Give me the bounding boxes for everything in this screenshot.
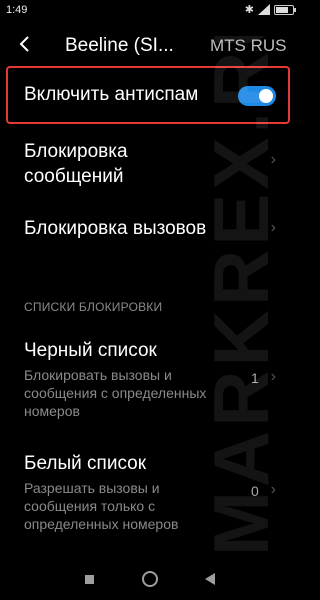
status-time: 1:49 bbox=[6, 4, 28, 16]
antispam-toggle[interactable] bbox=[238, 86, 276, 106]
toggle-knob bbox=[259, 89, 273, 103]
chevron-right-icon: › bbox=[270, 219, 276, 236]
blacklist-count: 1 bbox=[251, 370, 259, 386]
status-icons: ✱ bbox=[244, 3, 296, 16]
chevron-right-icon: › bbox=[270, 368, 276, 385]
whitelist-subtitle: Разрешать вызовы и сообщения только с оп… bbox=[24, 480, 179, 532]
battery-icon bbox=[274, 4, 296, 15]
blacklist-title[interactable]: Черный список bbox=[24, 338, 157, 363]
tab-mts[interactable]: MTS RUS bbox=[210, 36, 287, 56]
back-icon[interactable] bbox=[18, 34, 32, 54]
bluetooth-icon: ✱ bbox=[244, 4, 254, 16]
antispam-label: Включить антиспам bbox=[24, 84, 199, 105]
header: Beeline (SI... MTS RUS bbox=[0, 32, 300, 60]
signal-icon bbox=[258, 4, 270, 15]
section-header: СПИСКИ БЛОКИРОВКИ bbox=[24, 300, 163, 314]
chevron-right-icon: › bbox=[270, 481, 276, 498]
status-bar: 1:49 ✱ bbox=[0, 0, 300, 22]
chevron-right-icon: › bbox=[270, 151, 276, 168]
recent-apps-icon[interactable] bbox=[85, 575, 94, 584]
antispam-row[interactable]: Включить антиспам bbox=[24, 83, 280, 109]
block-calls-item[interactable]: Блокировка вызовов bbox=[24, 216, 206, 241]
navigation-bar bbox=[0, 560, 300, 600]
home-icon[interactable] bbox=[142, 571, 158, 587]
back-nav-icon[interactable] bbox=[205, 573, 215, 585]
tab-beeline[interactable]: Beeline (SI... bbox=[65, 35, 174, 57]
whitelist-title[interactable]: Белый список bbox=[24, 451, 146, 476]
block-messages-item[interactable]: Блокировка сообщений bbox=[24, 139, 128, 189]
whitelist-count: 0 bbox=[251, 483, 259, 499]
blacklist-subtitle: Блокировать вызовы и сообщения с определ… bbox=[24, 367, 207, 419]
